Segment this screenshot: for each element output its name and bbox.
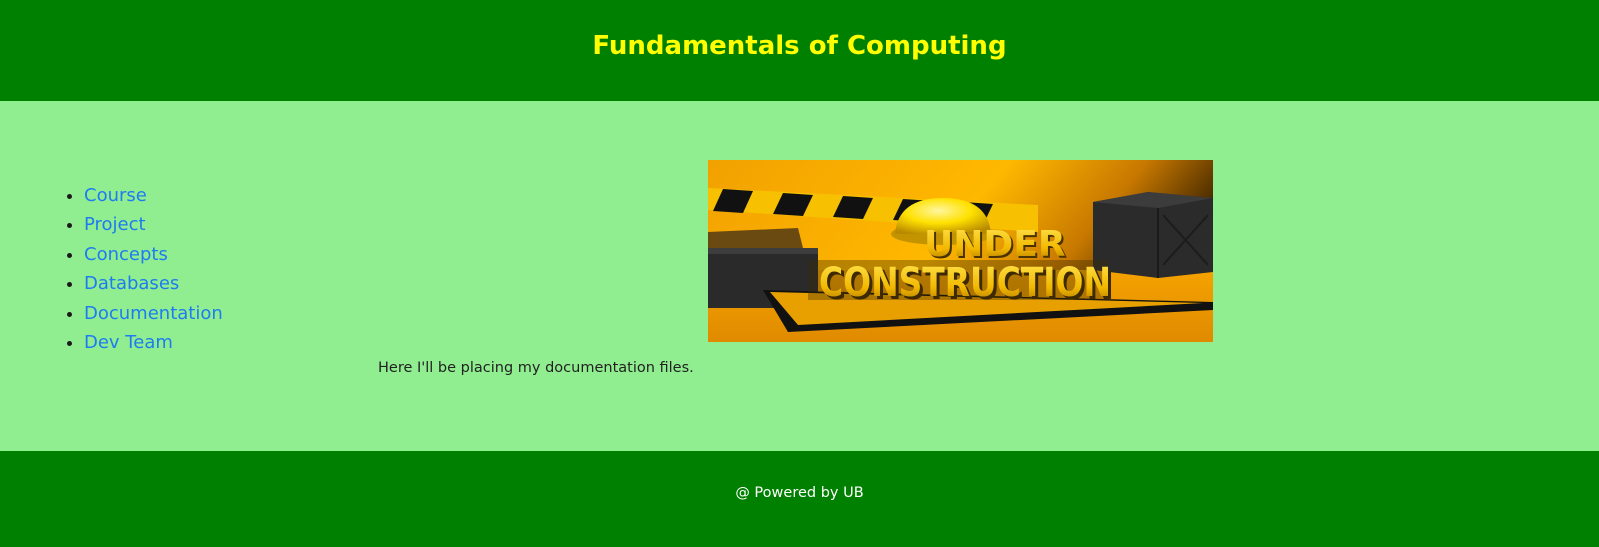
nav-link-dev-team[interactable]: Dev Team (84, 332, 173, 353)
nav-item-documentation: Documentation (84, 299, 223, 328)
nav-item-course: Course (84, 181, 223, 210)
nav-item-dev-team: Dev Team (84, 328, 223, 357)
nav-item-project: Project (84, 210, 223, 239)
nav-link-concepts[interactable]: Concepts (84, 244, 168, 265)
site-footer: @ Powered by UB (0, 451, 1599, 547)
nav-link-project[interactable]: Project (84, 214, 146, 235)
nav-item-concepts: Concepts (84, 240, 223, 269)
main-content: Course Project Concepts Databases Docume… (0, 101, 1599, 451)
documentation-text: Here I'll be placing my documentation fi… (378, 360, 694, 376)
nav-link-databases[interactable]: Databases (84, 273, 179, 294)
under-construction-image: UNDER UNDER CONSTRUCTION CONSTRUCTION (708, 160, 1213, 342)
banner-word-under-face: UNDER (924, 224, 1066, 265)
nav-link-course[interactable]: Course (84, 185, 147, 206)
nav-list: Course Project Concepts Databases Docume… (60, 181, 223, 357)
footer-text: @ Powered by UB (735, 485, 864, 501)
banner-word-construction: CONSTRUCTION (819, 260, 1111, 306)
nav-link-documentation[interactable]: Documentation (84, 303, 223, 324)
nav-item-databases: Databases (84, 269, 223, 298)
site-header: Fundamentals of Computing (0, 0, 1599, 101)
page-title: Fundamentals of Computing (592, 30, 1007, 61)
